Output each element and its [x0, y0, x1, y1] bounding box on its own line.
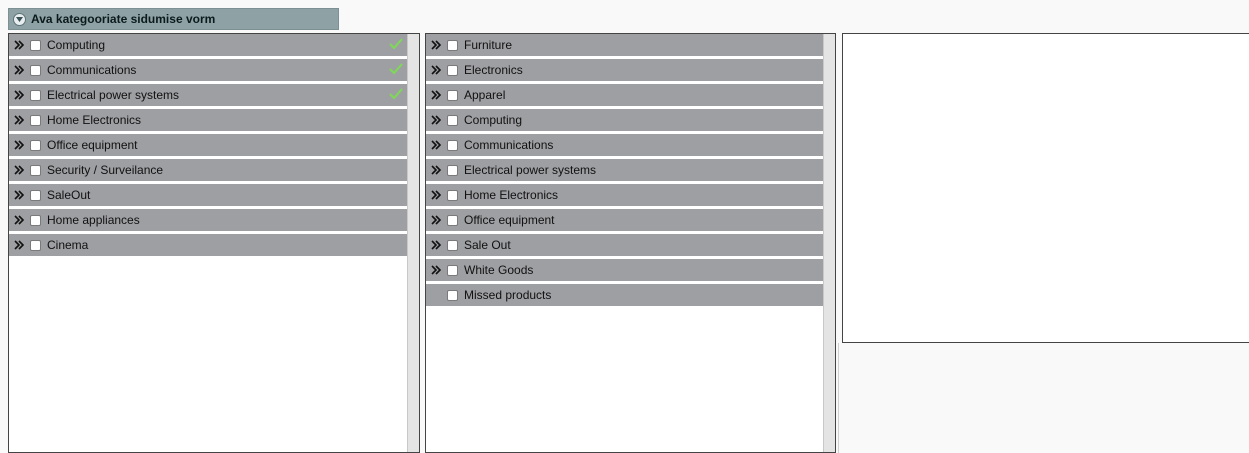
category-label: Home Electronics	[464, 188, 559, 202]
category-label: Computing	[464, 113, 523, 127]
category-checkbox[interactable]	[30, 189, 41, 201]
category-label: Apparel	[464, 88, 506, 102]
expand-arrow-icon[interactable]	[14, 40, 26, 50]
expand-arrow-icon[interactable]	[431, 40, 443, 50]
category-label: Office equipment	[464, 213, 555, 227]
category-label: Electrical power systems	[464, 163, 597, 177]
details-footer-area	[838, 343, 1249, 453]
target-category-list: Furniture Electronics Apparel Computing Comm…	[426, 34, 824, 309]
expand-arrow-icon[interactable]	[431, 65, 443, 75]
category-checkbox[interactable]	[30, 114, 41, 126]
category-label: Security / Surveilance	[47, 163, 164, 177]
category-checkbox[interactable]	[30, 164, 41, 176]
category-checkbox[interactable]	[30, 64, 41, 76]
category-row[interactable]: Computing	[9, 34, 407, 56]
category-checkbox[interactable]	[447, 214, 458, 226]
category-checkbox[interactable]	[30, 214, 41, 226]
category-checkbox[interactable]	[447, 139, 458, 151]
expand-arrow-icon[interactable]	[431, 190, 443, 200]
category-row[interactable]: Sale Out	[426, 234, 824, 256]
expand-arrow-icon[interactable]	[431, 165, 443, 175]
category-row[interactable]: Home Electronics	[9, 109, 407, 131]
category-label: Home appliances	[47, 213, 140, 227]
expand-arrow-icon[interactable]	[14, 140, 26, 150]
expand-arrow-icon[interactable]	[431, 215, 443, 225]
category-row[interactable]: White Goods	[426, 259, 824, 281]
category-row[interactable]: Office equipment	[426, 209, 824, 231]
category-checkbox[interactable]	[447, 89, 458, 101]
expand-arrow-icon[interactable]	[431, 90, 443, 100]
expand-arrow-icon[interactable]	[14, 215, 26, 225]
category-row[interactable]: Home appliances	[9, 209, 407, 231]
category-label: White Goods	[464, 263, 534, 277]
expand-arrow-icon[interactable]	[14, 65, 26, 75]
category-checkbox[interactable]	[447, 189, 458, 201]
linked-check-icon	[389, 63, 403, 78]
category-row[interactable]: Apparel	[426, 84, 824, 106]
category-row[interactable]: Electrical power systems	[9, 84, 407, 106]
source-categories-panel: Computing Communications Electrical power …	[8, 33, 420, 453]
expand-arrow-icon[interactable]	[14, 165, 26, 175]
category-checkbox[interactable]	[30, 239, 41, 251]
category-row[interactable]: Computing	[426, 109, 824, 131]
expand-arrow-icon[interactable]	[431, 265, 443, 275]
category-label: Office equipment	[47, 138, 138, 152]
category-label: Electronics	[464, 63, 523, 77]
category-checkbox[interactable]	[30, 139, 41, 151]
category-label: Sale Out	[464, 238, 511, 252]
category-label: Communications	[464, 138, 554, 152]
category-label: Home Electronics	[47, 113, 142, 127]
expand-arrow-icon[interactable]	[431, 115, 443, 125]
category-row[interactable]: Missed products	[426, 284, 824, 306]
category-row[interactable]: Electronics	[426, 59, 824, 81]
expand-circle-icon[interactable]	[13, 12, 26, 26]
middle-scrollbar[interactable]	[823, 34, 835, 452]
category-checkbox[interactable]	[447, 264, 458, 276]
category-checkbox[interactable]	[447, 114, 458, 126]
category-row[interactable]: Communications	[9, 59, 407, 81]
category-checkbox[interactable]	[447, 239, 458, 251]
details-panel	[842, 33, 1249, 343]
category-label: Computing	[47, 38, 106, 52]
source-category-list: Computing Communications Electrical power …	[9, 34, 407, 259]
category-checkbox[interactable]	[447, 164, 458, 176]
expand-arrow-icon[interactable]	[14, 190, 26, 200]
category-row[interactable]: Home Electronics	[426, 184, 824, 206]
expand-arrow-icon[interactable]	[14, 90, 26, 100]
category-label: Furniture	[464, 38, 513, 52]
expand-arrow-icon[interactable]	[14, 115, 26, 125]
expand-arrow-icon[interactable]	[431, 140, 443, 150]
category-checkbox[interactable]	[30, 39, 41, 51]
category-row[interactable]: Communications	[426, 134, 824, 156]
linked-check-icon	[389, 38, 403, 53]
left-scrollbar[interactable]	[407, 34, 419, 452]
category-row[interactable]: Security / Surveilance	[9, 159, 407, 181]
category-checkbox[interactable]	[447, 39, 458, 51]
category-row[interactable]: Furniture	[426, 34, 824, 56]
form-title: Ava kategooriate sidumise vorm	[31, 12, 216, 26]
category-label: SaleOut	[47, 188, 91, 202]
target-categories-panel: Furniture Electronics Apparel Computing Comm…	[425, 33, 836, 453]
expand-arrow-icon[interactable]	[14, 240, 26, 250]
category-label: Electrical power systems	[47, 88, 180, 102]
linked-check-icon	[389, 88, 403, 103]
category-checkbox[interactable]	[30, 89, 41, 101]
category-row[interactable]: Cinema	[9, 234, 407, 256]
category-row[interactable]: Electrical power systems	[426, 159, 824, 181]
category-label: Missed products	[464, 288, 552, 302]
expand-arrow-icon[interactable]	[431, 240, 443, 250]
category-checkbox[interactable]	[447, 289, 458, 301]
category-row[interactable]: Office equipment	[9, 134, 407, 156]
category-label: Cinema	[47, 238, 89, 252]
category-row[interactable]: SaleOut	[9, 184, 407, 206]
category-checkbox[interactable]	[447, 64, 458, 76]
category-label: Communications	[47, 63, 137, 77]
toggle-form-header[interactable]: Ava kategooriate sidumise vorm	[8, 8, 339, 30]
